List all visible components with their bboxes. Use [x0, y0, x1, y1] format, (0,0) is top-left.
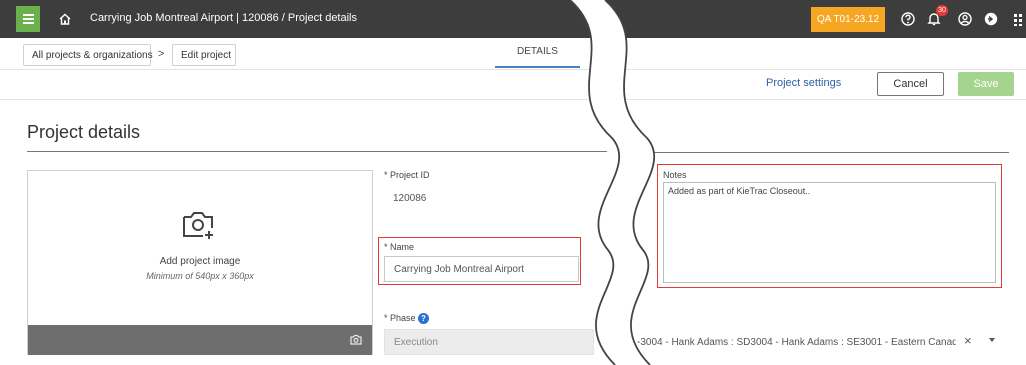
breadcrumb-separator: >: [158, 48, 165, 60]
name-highlight-box: [378, 237, 581, 285]
add-project-image-label: Add project image: [159, 256, 241, 267]
home-icon[interactable]: [58, 12, 72, 26]
help-icon[interactable]: [900, 11, 916, 27]
all-projects-link[interactable]: All projects & organizations: [23, 44, 153, 66]
hamburger-icon: [22, 18, 34, 20]
logout-icon[interactable]: [983, 11, 999, 27]
chevron-down-icon[interactable]: [989, 338, 995, 342]
cancel-button[interactable]: Cancel: [877, 72, 944, 96]
environment-badge: QA T01-23.12: [811, 7, 885, 32]
notes-highlight-box: [657, 164, 1002, 288]
title-divider-right: [645, 152, 1009, 153]
edit-project-crumb[interactable]: Edit project: [172, 44, 236, 66]
project-id-label: * Project ID: [384, 170, 430, 180]
active-tab-indicator: [495, 66, 580, 68]
project-id-field: 120086: [384, 185, 594, 211]
menu-button[interactable]: [16, 6, 40, 32]
phase-select: Execution: [384, 329, 594, 355]
phase-label: * Phase: [384, 313, 416, 323]
image-panel-footer: [28, 325, 372, 355]
title-divider: [27, 151, 607, 152]
camera-icon[interactable]: [350, 334, 362, 345]
field-edge-fragment: [643, 256, 644, 284]
project-settings-link[interactable]: Project settings: [766, 77, 841, 89]
add-camera-icon: [183, 212, 213, 239]
image-size-hint: Minimum of 540px x 360px: [146, 271, 254, 281]
user-icon[interactable]: [957, 11, 973, 27]
apps-icon[interactable]: [1012, 11, 1026, 27]
save-button[interactable]: Save: [958, 72, 1014, 96]
notification-count-badge: 30: [936, 5, 948, 16]
phase-help-icon[interactable]: ?: [418, 313, 429, 324]
tab-details[interactable]: DETAILS: [495, 46, 580, 57]
clear-selection-icon[interactable]: ×: [964, 333, 972, 348]
action-bar: [0, 70, 1026, 100]
organization-select[interactable]: -3004 - Hank Adams : SD3004 - Hank Adams…: [626, 329, 956, 355]
page-breadcrumb-title: Carrying Job Montreal Airport | 120086 /…: [90, 12, 357, 24]
page-title: Project details: [27, 122, 141, 142]
